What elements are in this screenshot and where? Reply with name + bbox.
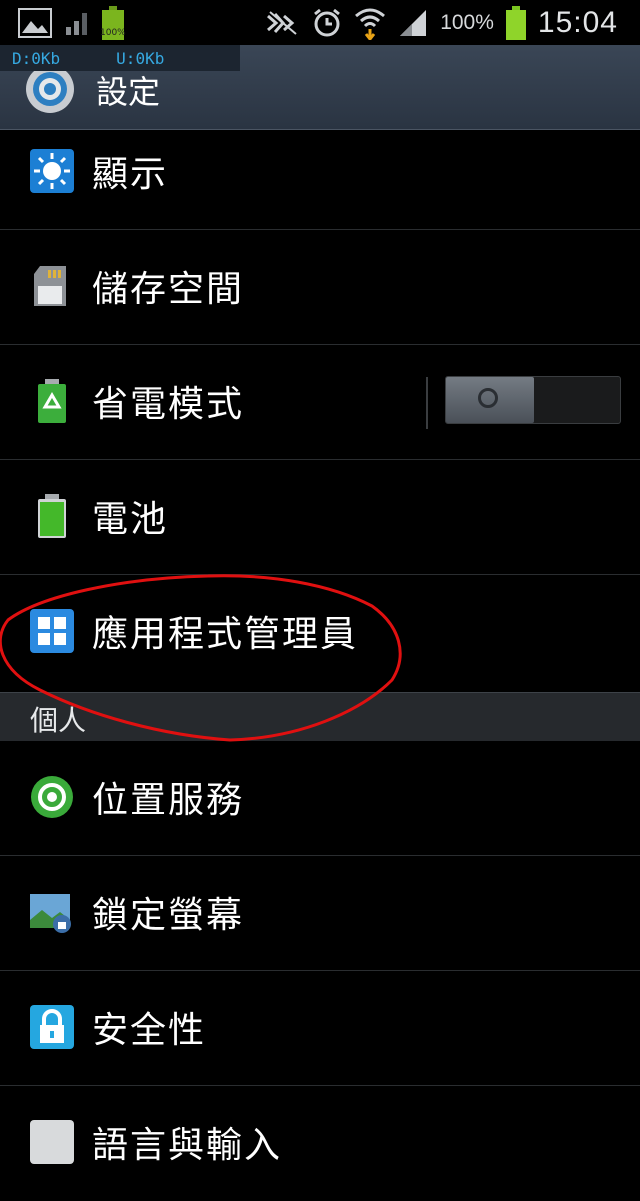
clock: 15:04 [537, 6, 618, 39]
settings-item-label: 儲存空間 [92, 269, 245, 310]
page-title: 設定 [96, 73, 161, 111]
mini-battery-icon: 100% [100, 6, 126, 40]
toggle-knob[interactable] [446, 377, 534, 423]
padlock-icon [30, 1005, 74, 1049]
settings-item-language[interactable]: 語言與輸入 [0, 1086, 640, 1201]
settings-item-label: 省電模式 [92, 384, 245, 425]
mute-icon [267, 11, 297, 35]
settings-item-label: 顯示 [92, 154, 169, 195]
battery-percent: 100% [440, 11, 494, 34]
settings-item-battery[interactable]: 電池 [0, 460, 640, 575]
settings-item-location[interactable]: 位置服務 [0, 741, 640, 856]
upload-speed: U:0Kb [116, 48, 165, 68]
settings-item-display[interactable]: 顯示 [0, 115, 640, 230]
power-saving-toggle[interactable] [445, 376, 621, 424]
language-icon [30, 1120, 74, 1164]
gallery-notification-icon [18, 8, 52, 38]
app-grid-icon [30, 609, 74, 653]
settings-item-label: 位置服務 [92, 780, 245, 821]
location-icon [31, 776, 73, 818]
status-bar: 100% 100% 15:04 [0, 0, 640, 45]
display-brightness-icon [30, 149, 74, 193]
settings-item-storage[interactable]: 儲存空間 [0, 230, 640, 345]
battery-icon-status [505, 6, 526, 40]
settings-item-label: 鎖定螢幕 [92, 895, 245, 936]
cell-signal-icon [400, 10, 427, 36]
settings-item-label: 電池 [92, 499, 169, 540]
alarm-icon [314, 8, 341, 37]
network-speed-overlay: D:0Kb U:0Kb [0, 45, 240, 71]
settings-item-security[interactable]: 安全性 [0, 971, 640, 1086]
battery-icon [38, 494, 66, 538]
toggle-off-indicator-icon [478, 388, 498, 408]
toggle-divider [426, 377, 428, 429]
section-header-personal: 個人 [0, 692, 640, 741]
settings-item-application-manager[interactable]: 應用程式管理員 [0, 575, 640, 692]
settings-item-label: 應用程式管理員 [92, 614, 359, 655]
mini-battery-label: 100% [100, 28, 126, 38]
download-speed: D:0Kb [12, 48, 61, 68]
sd-card-icon [34, 266, 66, 306]
settings-item-label: 安全性 [92, 1010, 207, 1051]
settings-item-lock-screen[interactable]: 鎖定螢幕 [0, 856, 640, 971]
signal-weak-icon [66, 13, 87, 35]
wifi-icon [355, 8, 386, 40]
section-header-label: 個人 [30, 704, 87, 737]
power-saving-icon [38, 379, 66, 423]
settings-item-label: 語言與輸入 [92, 1125, 283, 1166]
lock-screen-icon [30, 894, 71, 933]
